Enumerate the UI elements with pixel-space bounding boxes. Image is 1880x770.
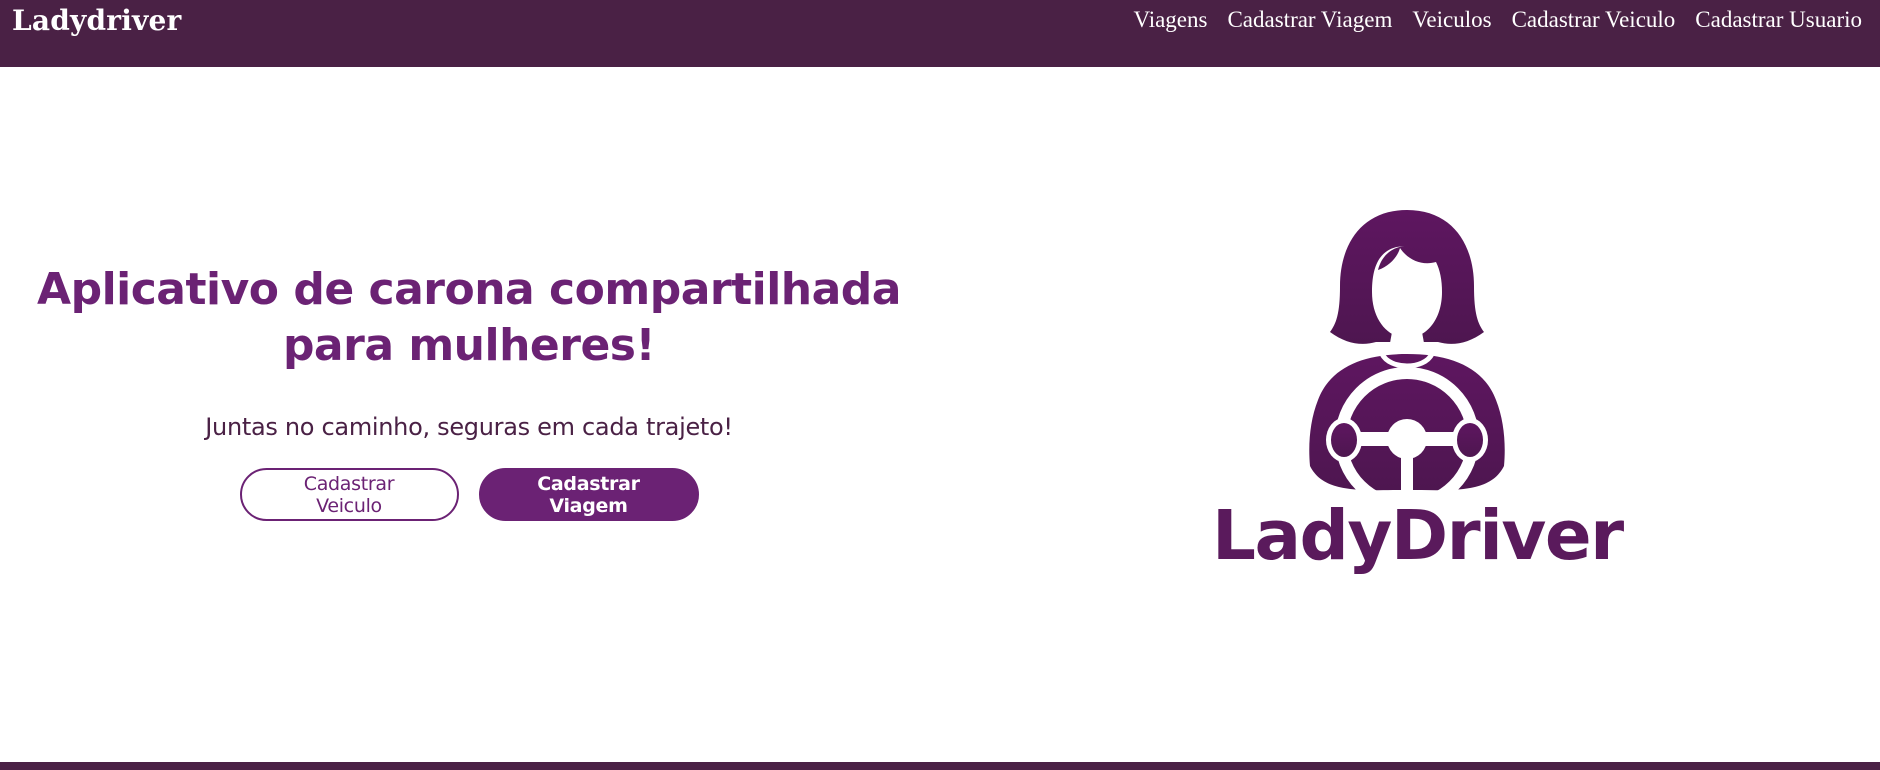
woman-driver-steering-wheel-icon [1309,210,1505,504]
hero-buttons: Cadastrar Veiculo Cadastrar Viagem [20,468,918,521]
brand-logo-link[interactable]: Ladydriver [12,0,181,42]
cadastrar-viagem-button[interactable]: Cadastrar Viagem [478,468,699,521]
logo-wordmark: LadyDriver [1212,496,1624,576]
hero-section: Aplicativo de carona compartilhada para … [20,262,918,521]
nav-link-cadastrar-viagem[interactable]: Cadastrar Viagem [1217,6,1402,34]
nav-link-viagens[interactable]: Viagens [1123,6,1217,34]
footer-bar [0,762,1880,770]
hero-subtitle: Juntas no caminho, seguras em cada traje… [205,413,733,441]
nav-link-cadastrar-veiculo[interactable]: Cadastrar Veiculo [1502,6,1686,34]
cadastrar-veiculo-button[interactable]: Cadastrar Veiculo [239,468,459,521]
ladydriver-logo: LadyDriver [1212,204,1624,590]
hero-title: Aplicativo de carona compartilhada para … [37,264,901,371]
navbar: Ladydriver Viagens Cadastrar Viagem Veic… [0,0,1880,67]
nav-links: Viagens Cadastrar Viagem Veiculos Cadast… [1123,6,1862,34]
nav-link-cadastrar-usuario[interactable]: Cadastrar Usuario [1685,6,1862,34]
nav-link-veiculos[interactable]: Veiculos [1402,6,1501,34]
